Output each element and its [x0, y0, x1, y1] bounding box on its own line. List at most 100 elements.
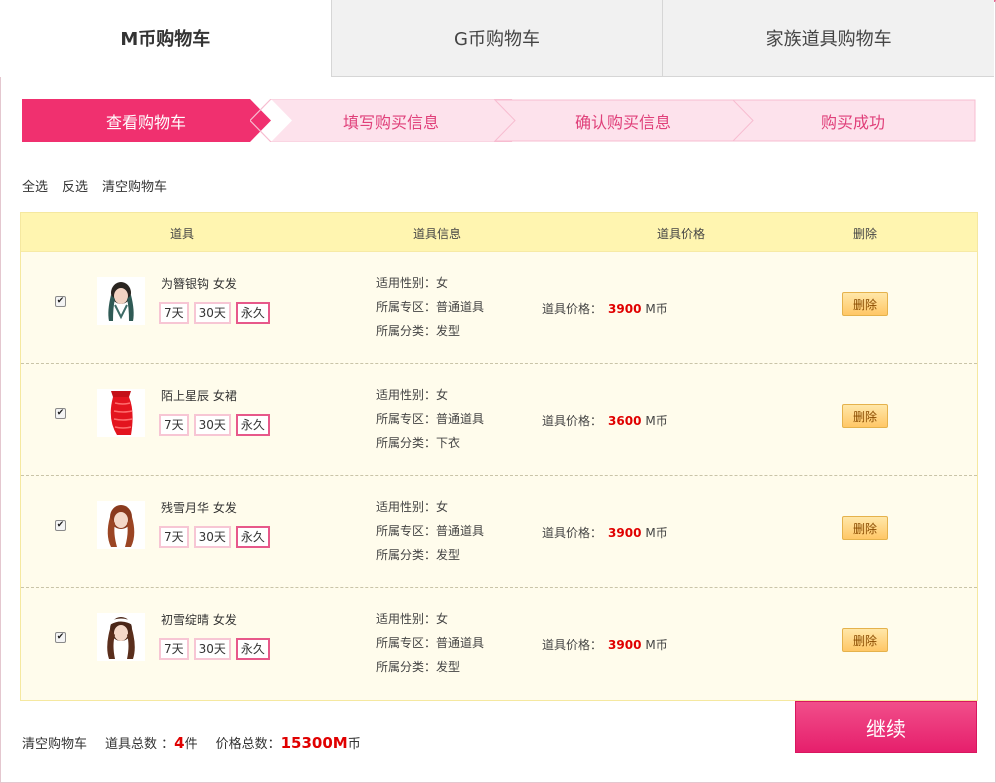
column-header-item-info: 道具信息 — [413, 227, 462, 241]
duration-30-days[interactable]: 30天 — [193, 302, 231, 324]
cart-table: 道具 道具信息 道具价格 删除 ✔ 为簪银钩 女发 7天 30天 永久 适用性别… — [20, 212, 978, 701]
item-count-label: 道具总数 ： — [105, 737, 175, 752]
hair-brown-icon — [97, 501, 145, 549]
duration-options: 7天 30天 永久 — [159, 302, 270, 324]
item-info: 适用性别：女 所属专区：普通道具 所属分类：发型 — [376, 495, 484, 567]
duration-7-days[interactable]: 7天 — [159, 414, 189, 436]
price-label: 道具价格： — [542, 526, 603, 540]
duration-30-days[interactable]: 30天 — [193, 414, 231, 436]
zone-value: 普通道具 — [436, 636, 485, 650]
item-info: 适用性别：女 所属专区：普通道具 所属分类：下衣 — [376, 383, 484, 455]
table-row: ✔ 初雪绽晴 女发 7天 30天 永久 适用性别：女 所属专区：普通道具 所属分… — [21, 588, 977, 700]
category-value: 发型 — [436, 660, 461, 674]
price-currency: M币 — [645, 638, 668, 652]
price-currency: M币 — [645, 302, 668, 316]
item-checkbox[interactable]: ✔ — [55, 632, 66, 643]
item-checkbox[interactable]: ✔ — [55, 520, 66, 531]
duration-7-days[interactable]: 7天 — [159, 526, 189, 548]
item-checkbox[interactable]: ✔ — [55, 408, 66, 419]
continue-button[interactable]: 继续 — [795, 701, 977, 753]
item-price: 道具价格： 3900 M币 — [542, 636, 668, 653]
delete-button[interactable]: 删除 — [842, 404, 888, 428]
column-header-delete: 删除 — [853, 227, 878, 241]
tab-family-item-cart[interactable]: 家族道具购物车 — [662, 0, 995, 77]
duration-options: 7天 30天 永久 — [159, 414, 270, 436]
category-label: 所属分类： — [376, 660, 437, 674]
zone-value: 普通道具 — [436, 524, 485, 538]
cart-summary: 清空购物车 道具总数 ： 4 件 价格总数： 15300M 币 — [22, 733, 361, 752]
step-purchase-success: 购买成功 — [730, 99, 976, 142]
delete-button[interactable]: 删除 — [842, 292, 888, 316]
select-all-link[interactable]: 全选 — [22, 176, 48, 195]
category-value: 下衣 — [436, 436, 461, 450]
item-name: 初雪绽晴 女发 — [161, 613, 237, 627]
duration-7-days[interactable]: 7天 — [159, 302, 189, 324]
gender-value: 女 — [436, 388, 449, 402]
category-value: 发型 — [436, 324, 461, 338]
table-row: ✔ 陌上星辰 女裙 7天 30天 永久 适用性别：女 所属专区：普通道具 所属分… — [21, 364, 977, 476]
clear-cart-link[interactable]: 清空购物车 — [102, 176, 167, 195]
item-price: 道具价格： 3600 M币 — [542, 412, 668, 429]
zone-label: 所属专区： — [376, 412, 437, 426]
zone-label: 所属专区： — [376, 524, 437, 538]
zone-value: 普通道具 — [436, 412, 485, 426]
item-info: 适用性别：女 所属专区：普通道具 所属分类：发型 — [376, 607, 484, 679]
gender-value: 女 — [436, 612, 449, 626]
tab-g-coin-cart[interactable]: G币购物车 — [330, 0, 663, 77]
price-value: 3600 — [608, 414, 642, 428]
category-value: 发型 — [436, 548, 461, 562]
column-header-item-price: 道具价格 — [657, 227, 706, 241]
step-label: 购买成功 — [820, 112, 885, 132]
total-price-unit: 币 — [347, 737, 361, 752]
item-name: 残雪月华 女发 — [161, 501, 237, 515]
hair-headband-icon — [97, 613, 145, 661]
table-row: ✔ 为簪银钩 女发 7天 30天 永久 适用性别：女 所属专区：普通道具 所属分… — [21, 252, 977, 364]
item-price: 道具价格： 3900 M币 — [542, 524, 668, 541]
duration-7-days[interactable]: 7天 — [159, 638, 189, 660]
delete-button[interactable]: 删除 — [842, 516, 888, 540]
cart-actions: 全选 反选 清空购物车 — [22, 176, 167, 195]
duration-permanent[interactable]: 永久 — [235, 526, 270, 548]
hair-dark-icon — [97, 277, 145, 325]
table-row: ✔ 残雪月华 女发 7天 30天 永久 适用性别：女 所属专区：普通道具 所属分… — [21, 476, 977, 588]
zone-label: 所属专区： — [376, 636, 437, 650]
duration-permanent[interactable]: 永久 — [235, 638, 270, 660]
tab-m-coin-cart[interactable]: M币购物车 — [0, 0, 331, 77]
gender-value: 女 — [436, 500, 449, 514]
gender-label: 适用性别： — [376, 500, 437, 514]
item-name: 为簪银钩 女发 — [161, 277, 237, 291]
gender-value: 女 — [436, 276, 449, 290]
duration-options: 7天 30天 永久 — [159, 638, 270, 660]
price-label: 道具价格： — [542, 302, 603, 316]
column-header-item: 道具 — [170, 227, 195, 241]
step-fill-info: 填写购买信息 — [250, 99, 533, 142]
item-count-unit: 件 — [184, 737, 198, 752]
zone-label: 所属专区： — [376, 300, 437, 314]
gender-label: 适用性别： — [376, 612, 437, 626]
zone-value: 普通道具 — [436, 300, 485, 314]
price-value: 3900 — [608, 638, 642, 652]
red-skirt-icon — [97, 389, 145, 437]
price-currency: M币 — [645, 526, 668, 540]
delete-button[interactable]: 删除 — [842, 628, 888, 652]
total-price-label: 价格总数： — [215, 737, 281, 752]
cart-type-tabs: M币购物车 G币购物车 家族道具购物车 — [0, 0, 995, 77]
duration-30-days[interactable]: 30天 — [193, 638, 231, 660]
item-checkbox[interactable]: ✔ — [55, 296, 66, 307]
table-header: 道具 道具信息 道具价格 删除 — [21, 213, 977, 252]
duration-30-days[interactable]: 30天 — [193, 526, 231, 548]
invert-selection-link[interactable]: 反选 — [62, 176, 88, 195]
duration-permanent[interactable]: 永久 — [235, 302, 270, 324]
item-count-value: 4 — [174, 734, 185, 752]
gender-label: 适用性别： — [376, 388, 437, 402]
checkout-steps: 查看购物车 填写购买信息 确认购买信息 购买成功 — [22, 99, 976, 142]
footer-clear-cart-link[interactable]: 清空购物车 — [22, 733, 87, 752]
duration-options: 7天 30天 永久 — [159, 526, 270, 548]
gender-label: 适用性别： — [376, 276, 437, 290]
item-info: 适用性别：女 所属专区：普通道具 所属分类：发型 — [376, 271, 484, 343]
price-value: 3900 — [608, 526, 642, 540]
step-label: 查看购物车 — [105, 112, 186, 132]
category-label: 所属分类： — [376, 548, 437, 562]
step-label: 确认购买信息 — [574, 112, 671, 132]
duration-permanent[interactable]: 永久 — [235, 414, 270, 436]
